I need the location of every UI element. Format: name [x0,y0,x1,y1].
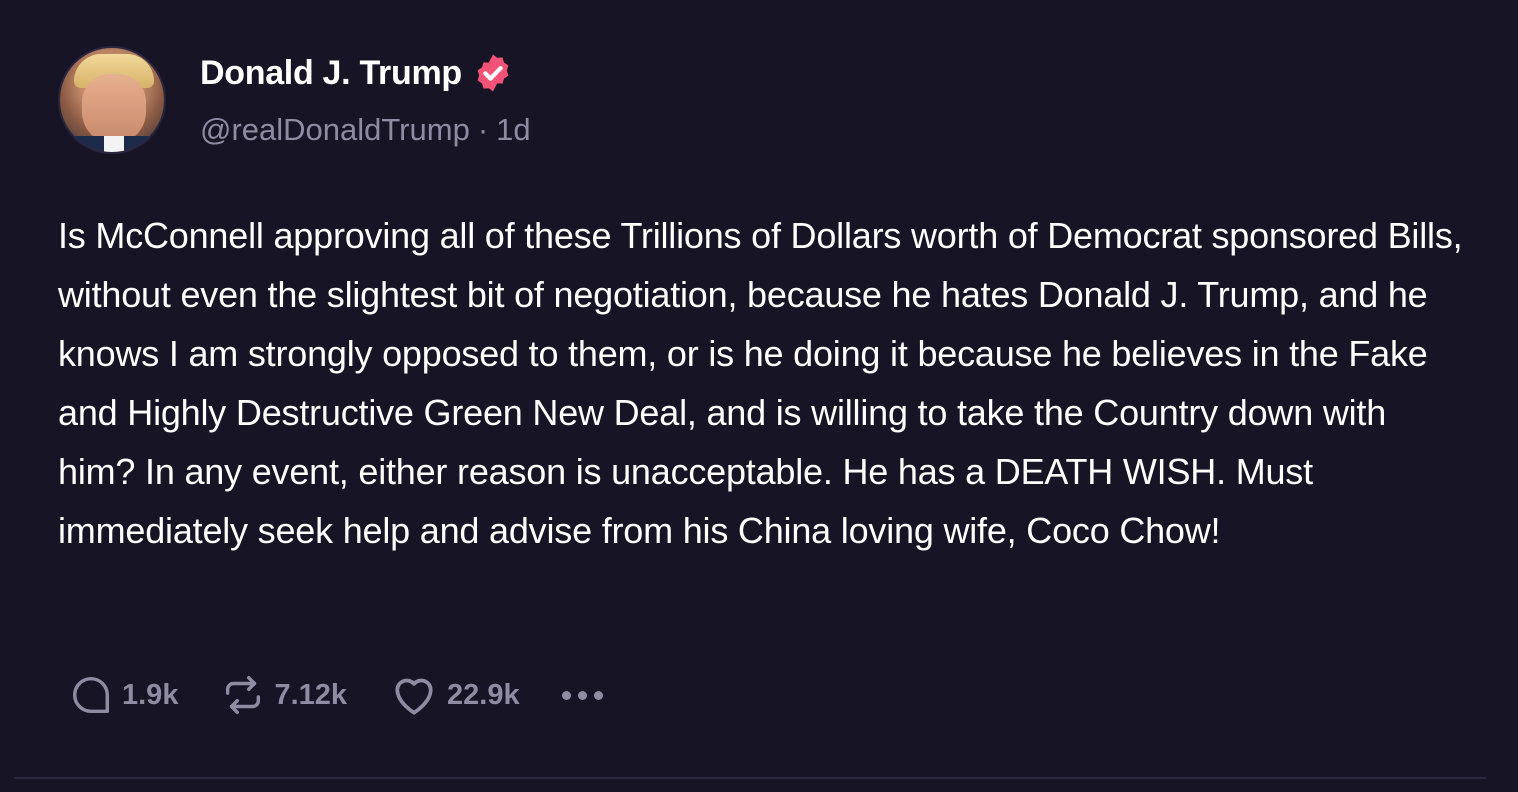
author-display-name[interactable]: Donald J. Trump [200,54,462,93]
meta-separator: · [477,112,489,147]
like-count: 22.9k [447,678,520,711]
like-button[interactable]: 22.9k [389,670,520,720]
retruth-button[interactable]: 7.12k [220,672,347,718]
heart-icon [395,678,433,715]
reply-bubble-icon [72,676,110,714]
author-meta-row: @realDonaldTrump · 1d [200,112,531,148]
verified-badge-icon [477,54,509,92]
reply-button[interactable]: 1.9k [68,672,178,718]
more-dot [577,690,587,700]
more-dot [561,690,571,700]
more-dot [593,690,603,700]
post-divider [14,777,1486,779]
author-handle[interactable]: @realDonaldTrump [200,112,470,148]
reply-count: 1.9k [122,678,179,711]
author-name-row: Donald J. Trump [200,52,514,94]
post-card: Donald J. Trump @realDonaldTrump · 1d Is… [0,0,1518,792]
avatar[interactable] [58,46,166,154]
post-body-text: Is McConnell approving all of these Tril… [58,215,1463,551]
repost-arrows-icon [226,676,261,714]
avatar-shirt [104,136,124,152]
more-dots-icon[interactable] [561,690,603,700]
avatar-face [82,74,146,144]
post-timestamp[interactable]: 1d [496,112,530,148]
retruth-count: 7.12k [274,678,348,711]
action-bar: 1.9k 7.12k 22.9k [68,670,645,720]
